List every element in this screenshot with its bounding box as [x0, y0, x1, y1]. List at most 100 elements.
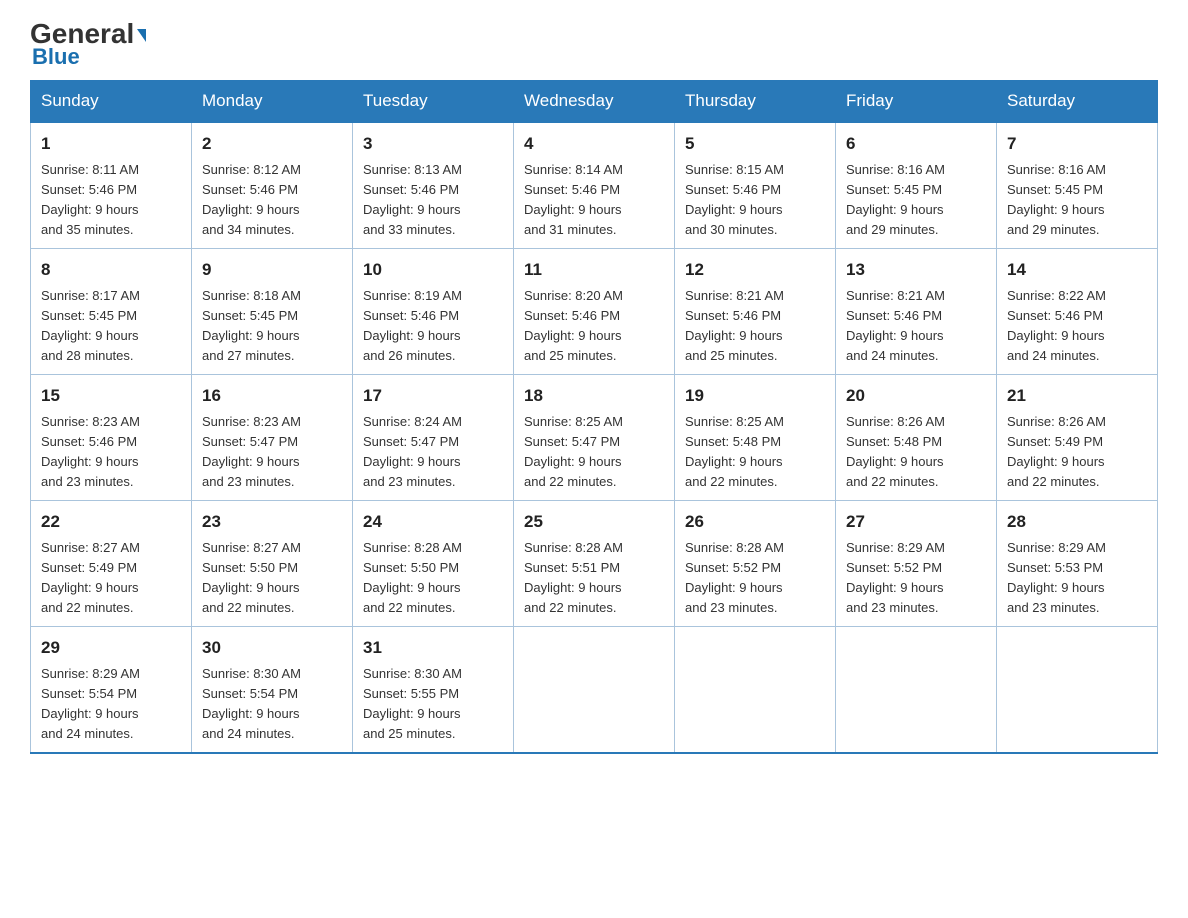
calendar-week-row: 15 Sunrise: 8:23 AMSunset: 5:46 PMDaylig…: [31, 375, 1158, 501]
day-info: Sunrise: 8:21 AMSunset: 5:46 PMDaylight:…: [846, 286, 986, 367]
calendar-cell: [675, 627, 836, 754]
day-number: 2: [202, 131, 342, 157]
logo-blue: Blue: [30, 44, 80, 70]
day-info: Sunrise: 8:21 AMSunset: 5:46 PMDaylight:…: [685, 286, 825, 367]
day-number: 29: [41, 635, 181, 661]
calendar-cell: 2 Sunrise: 8:12 AMSunset: 5:46 PMDayligh…: [192, 122, 353, 249]
day-info: Sunrise: 8:28 AMSunset: 5:50 PMDaylight:…: [363, 538, 503, 619]
day-info: Sunrise: 8:22 AMSunset: 5:46 PMDaylight:…: [1007, 286, 1147, 367]
weekday-header-friday: Friday: [836, 81, 997, 123]
day-info: Sunrise: 8:15 AMSunset: 5:46 PMDaylight:…: [685, 160, 825, 241]
calendar-cell: 28 Sunrise: 8:29 AMSunset: 5:53 PMDaylig…: [997, 501, 1158, 627]
day-info: Sunrise: 8:19 AMSunset: 5:46 PMDaylight:…: [363, 286, 503, 367]
day-number: 15: [41, 383, 181, 409]
day-info: Sunrise: 8:18 AMSunset: 5:45 PMDaylight:…: [202, 286, 342, 367]
day-number: 7: [1007, 131, 1147, 157]
calendar-cell: 21 Sunrise: 8:26 AMSunset: 5:49 PMDaylig…: [997, 375, 1158, 501]
day-number: 6: [846, 131, 986, 157]
calendar-cell: 24 Sunrise: 8:28 AMSunset: 5:50 PMDaylig…: [353, 501, 514, 627]
day-number: 1: [41, 131, 181, 157]
calendar-cell: 27 Sunrise: 8:29 AMSunset: 5:52 PMDaylig…: [836, 501, 997, 627]
day-number: 13: [846, 257, 986, 283]
day-number: 9: [202, 257, 342, 283]
day-number: 23: [202, 509, 342, 535]
weekday-header-sunday: Sunday: [31, 81, 192, 123]
day-info: Sunrise: 8:23 AMSunset: 5:47 PMDaylight:…: [202, 412, 342, 493]
calendar-cell: 16 Sunrise: 8:23 AMSunset: 5:47 PMDaylig…: [192, 375, 353, 501]
day-info: Sunrise: 8:29 AMSunset: 5:54 PMDaylight:…: [41, 664, 181, 745]
day-info: Sunrise: 8:27 AMSunset: 5:50 PMDaylight:…: [202, 538, 342, 619]
day-number: 20: [846, 383, 986, 409]
day-number: 3: [363, 131, 503, 157]
calendar-cell: 12 Sunrise: 8:21 AMSunset: 5:46 PMDaylig…: [675, 249, 836, 375]
day-info: Sunrise: 8:17 AMSunset: 5:45 PMDaylight:…: [41, 286, 181, 367]
calendar-cell: 3 Sunrise: 8:13 AMSunset: 5:46 PMDayligh…: [353, 122, 514, 249]
weekday-header-tuesday: Tuesday: [353, 81, 514, 123]
calendar-table: SundayMondayTuesdayWednesdayThursdayFrid…: [30, 80, 1158, 754]
day-number: 22: [41, 509, 181, 535]
day-number: 21: [1007, 383, 1147, 409]
calendar-cell: 22 Sunrise: 8:27 AMSunset: 5:49 PMDaylig…: [31, 501, 192, 627]
day-info: Sunrise: 8:11 AMSunset: 5:46 PMDaylight:…: [41, 160, 181, 241]
day-number: 14: [1007, 257, 1147, 283]
calendar-cell: 8 Sunrise: 8:17 AMSunset: 5:45 PMDayligh…: [31, 249, 192, 375]
day-info: Sunrise: 8:14 AMSunset: 5:46 PMDaylight:…: [524, 160, 664, 241]
day-info: Sunrise: 8:27 AMSunset: 5:49 PMDaylight:…: [41, 538, 181, 619]
calendar-cell: 5 Sunrise: 8:15 AMSunset: 5:46 PMDayligh…: [675, 122, 836, 249]
day-info: Sunrise: 8:12 AMSunset: 5:46 PMDaylight:…: [202, 160, 342, 241]
day-number: 8: [41, 257, 181, 283]
day-info: Sunrise: 8:26 AMSunset: 5:49 PMDaylight:…: [1007, 412, 1147, 493]
calendar-cell: 7 Sunrise: 8:16 AMSunset: 5:45 PMDayligh…: [997, 122, 1158, 249]
calendar-cell: 29 Sunrise: 8:29 AMSunset: 5:54 PMDaylig…: [31, 627, 192, 754]
calendar-cell: [836, 627, 997, 754]
day-info: Sunrise: 8:29 AMSunset: 5:53 PMDaylight:…: [1007, 538, 1147, 619]
day-number: 11: [524, 257, 664, 283]
day-number: 30: [202, 635, 342, 661]
day-info: Sunrise: 8:25 AMSunset: 5:48 PMDaylight:…: [685, 412, 825, 493]
calendar-cell: [997, 627, 1158, 754]
day-number: 19: [685, 383, 825, 409]
day-info: Sunrise: 8:30 AMSunset: 5:54 PMDaylight:…: [202, 664, 342, 745]
calendar-cell: 10 Sunrise: 8:19 AMSunset: 5:46 PMDaylig…: [353, 249, 514, 375]
calendar-cell: 23 Sunrise: 8:27 AMSunset: 5:50 PMDaylig…: [192, 501, 353, 627]
calendar-week-row: 29 Sunrise: 8:29 AMSunset: 5:54 PMDaylig…: [31, 627, 1158, 754]
day-info: Sunrise: 8:26 AMSunset: 5:48 PMDaylight:…: [846, 412, 986, 493]
logo: General Blue: [30, 20, 146, 70]
day-number: 27: [846, 509, 986, 535]
calendar-week-row: 1 Sunrise: 8:11 AMSunset: 5:46 PMDayligh…: [31, 122, 1158, 249]
calendar-cell: 20 Sunrise: 8:26 AMSunset: 5:48 PMDaylig…: [836, 375, 997, 501]
calendar-cell: 13 Sunrise: 8:21 AMSunset: 5:46 PMDaylig…: [836, 249, 997, 375]
day-number: 12: [685, 257, 825, 283]
page-header: General Blue: [30, 20, 1158, 70]
calendar-cell: 1 Sunrise: 8:11 AMSunset: 5:46 PMDayligh…: [31, 122, 192, 249]
calendar-cell: 15 Sunrise: 8:23 AMSunset: 5:46 PMDaylig…: [31, 375, 192, 501]
day-number: 31: [363, 635, 503, 661]
calendar-cell: 31 Sunrise: 8:30 AMSunset: 5:55 PMDaylig…: [353, 627, 514, 754]
day-number: 4: [524, 131, 664, 157]
calendar-cell: 4 Sunrise: 8:14 AMSunset: 5:46 PMDayligh…: [514, 122, 675, 249]
weekday-header-monday: Monday: [192, 81, 353, 123]
calendar-cell: 25 Sunrise: 8:28 AMSunset: 5:51 PMDaylig…: [514, 501, 675, 627]
calendar-cell: 6 Sunrise: 8:16 AMSunset: 5:45 PMDayligh…: [836, 122, 997, 249]
day-info: Sunrise: 8:30 AMSunset: 5:55 PMDaylight:…: [363, 664, 503, 745]
weekday-header-wednesday: Wednesday: [514, 81, 675, 123]
weekday-header-thursday: Thursday: [675, 81, 836, 123]
calendar-cell: 14 Sunrise: 8:22 AMSunset: 5:46 PMDaylig…: [997, 249, 1158, 375]
day-number: 26: [685, 509, 825, 535]
calendar-cell: 30 Sunrise: 8:30 AMSunset: 5:54 PMDaylig…: [192, 627, 353, 754]
calendar-cell: 9 Sunrise: 8:18 AMSunset: 5:45 PMDayligh…: [192, 249, 353, 375]
calendar-week-row: 8 Sunrise: 8:17 AMSunset: 5:45 PMDayligh…: [31, 249, 1158, 375]
calendar-cell: 11 Sunrise: 8:20 AMSunset: 5:46 PMDaylig…: [514, 249, 675, 375]
day-info: Sunrise: 8:25 AMSunset: 5:47 PMDaylight:…: [524, 412, 664, 493]
day-number: 5: [685, 131, 825, 157]
calendar-week-row: 22 Sunrise: 8:27 AMSunset: 5:49 PMDaylig…: [31, 501, 1158, 627]
calendar-cell: 26 Sunrise: 8:28 AMSunset: 5:52 PMDaylig…: [675, 501, 836, 627]
day-info: Sunrise: 8:16 AMSunset: 5:45 PMDaylight:…: [846, 160, 986, 241]
day-number: 25: [524, 509, 664, 535]
day-info: Sunrise: 8:24 AMSunset: 5:47 PMDaylight:…: [363, 412, 503, 493]
day-number: 24: [363, 509, 503, 535]
day-info: Sunrise: 8:28 AMSunset: 5:51 PMDaylight:…: [524, 538, 664, 619]
day-info: Sunrise: 8:20 AMSunset: 5:46 PMDaylight:…: [524, 286, 664, 367]
calendar-cell: [514, 627, 675, 754]
calendar-cell: 17 Sunrise: 8:24 AMSunset: 5:47 PMDaylig…: [353, 375, 514, 501]
